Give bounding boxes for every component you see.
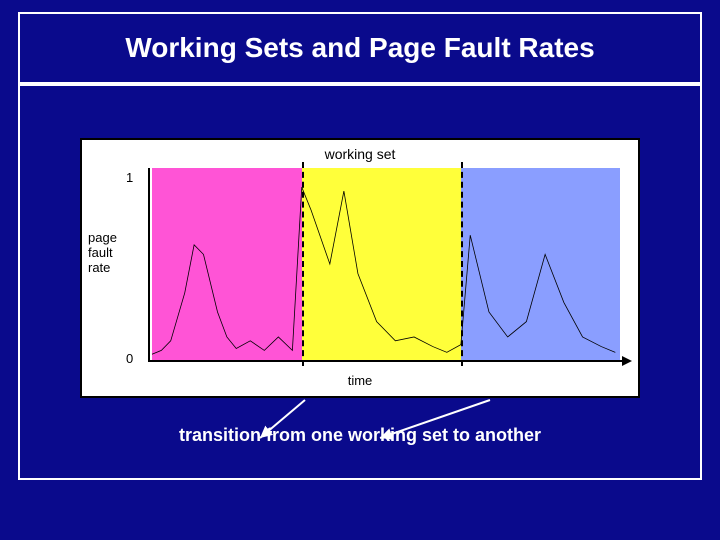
x-axis: [148, 360, 624, 362]
slide-content: working set 1 0 page fault rate time: [18, 84, 702, 480]
y-tick-max: 1: [126, 170, 133, 185]
slide-title: Working Sets and Page Fault Rates: [125, 32, 594, 63]
y-tick-min: 0: [126, 351, 133, 366]
chart-figure: working set 1 0 page fault rate time: [80, 138, 640, 398]
chart-annotation: transition from one working set to anoth…: [20, 425, 700, 446]
x-axis-label: time: [82, 373, 638, 388]
y-axis-label: page fault rate: [88, 230, 117, 275]
chart-title: working set: [82, 146, 638, 162]
plot-area: [152, 168, 620, 360]
page-fault-curve: [152, 168, 620, 360]
y-axis: [148, 168, 150, 362]
x-axis-arrow-icon: [622, 356, 632, 366]
slide-title-box: Working Sets and Page Fault Rates: [18, 12, 702, 84]
